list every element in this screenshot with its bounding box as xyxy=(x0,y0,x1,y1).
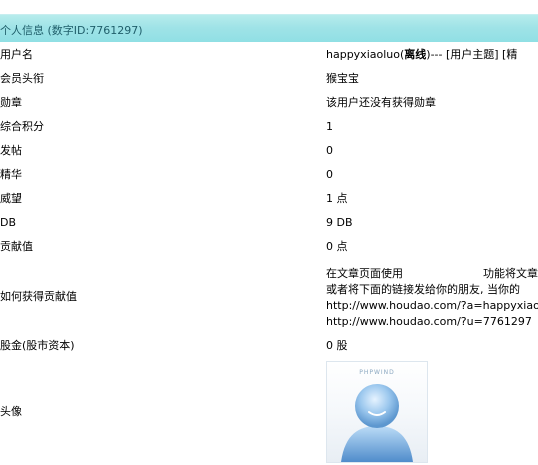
row-medal: 勋章 该用户还没有获得勋章 xyxy=(0,90,538,115)
row-avatar: 头像 xyxy=(0,357,538,465)
label-avatar: 头像 xyxy=(0,405,22,418)
howto-line-1: 在文章页面使用 功能将文章推荐 xyxy=(326,266,538,282)
label-member-title: 会员头衔 xyxy=(0,72,44,85)
label-howto: 如何获得贡献值 xyxy=(0,289,77,303)
value-posts: 0 xyxy=(326,143,333,157)
value-digest: 0 xyxy=(326,167,333,181)
value-contribution: 0 点 xyxy=(326,240,348,253)
user-links[interactable]: )--- [用户主题] [精 xyxy=(426,46,517,62)
value-db: 9 DB xyxy=(326,215,353,229)
howto-text: 在文章页面使用 功能将文章推荐 或者将下面的链接发给你的朋友, 当你的 http:… xyxy=(326,266,538,330)
label-score: 综合积分 xyxy=(0,120,44,133)
label-username: 用户名 xyxy=(0,48,33,61)
value-prestige: 1 点 xyxy=(326,192,348,205)
username-text: happyxiaoluo xyxy=(326,47,400,61)
label-shares: 股金(股市资本) xyxy=(0,339,75,352)
invite-link-1[interactable]: http://www.houdao.com/?a=happyxiao xyxy=(326,298,538,314)
label-prestige: 威望 xyxy=(0,192,22,205)
top-border xyxy=(0,0,538,15)
label-db: DB xyxy=(0,215,17,229)
howto-line-1a: 在文章页面使用 xyxy=(326,267,403,280)
howto-line-2: 或者将下面的链接发给你的朋友, 当你的 xyxy=(326,283,520,296)
value-medal: 该用户还没有获得勋章 xyxy=(326,96,436,109)
row-digest: 精华 0 xyxy=(0,162,538,187)
row-username: 用户名 happyxiaoluo ( 离线 )--- [用户主题] [精 xyxy=(0,42,538,67)
row-prestige: 威望 1 点 xyxy=(0,186,538,211)
row-contribution: 贡献值 0 点 xyxy=(0,234,538,259)
avatar: PHPWIND xyxy=(326,361,428,463)
value-member-title: 猴宝宝 xyxy=(326,72,359,85)
default-avatar-icon xyxy=(341,384,413,462)
howto-line-1b: 功能将文章推荐 xyxy=(483,267,538,280)
row-score: 综合积分 1 xyxy=(0,114,538,139)
label-digest: 精华 xyxy=(0,168,22,181)
row-member-title: 会员头衔 猴宝宝 xyxy=(0,66,538,91)
row-db: DB 9 DB xyxy=(0,210,538,235)
row-shares: 股金(股市资本) 0 股 xyxy=(0,333,538,358)
invite-link-2[interactable]: http://www.houdao.com/?u=7761297 xyxy=(326,314,538,330)
value-username: happyxiaoluo ( 离线 )--- [用户主题] [精 xyxy=(326,42,517,66)
row-posts: 发帖 0 xyxy=(0,138,538,163)
value-score: 1 xyxy=(326,119,333,133)
label-medal: 勋章 xyxy=(0,96,22,109)
label-posts: 发帖 xyxy=(0,144,22,157)
section-header: 个人信息 (数字ID:7761297) xyxy=(0,14,538,44)
value-shares: 0 股 xyxy=(326,339,348,352)
online-status: 离线 xyxy=(404,48,427,61)
label-contribution: 贡献值 xyxy=(0,240,33,253)
section-title: 个人信息 (数字ID:7761297) xyxy=(0,24,143,37)
